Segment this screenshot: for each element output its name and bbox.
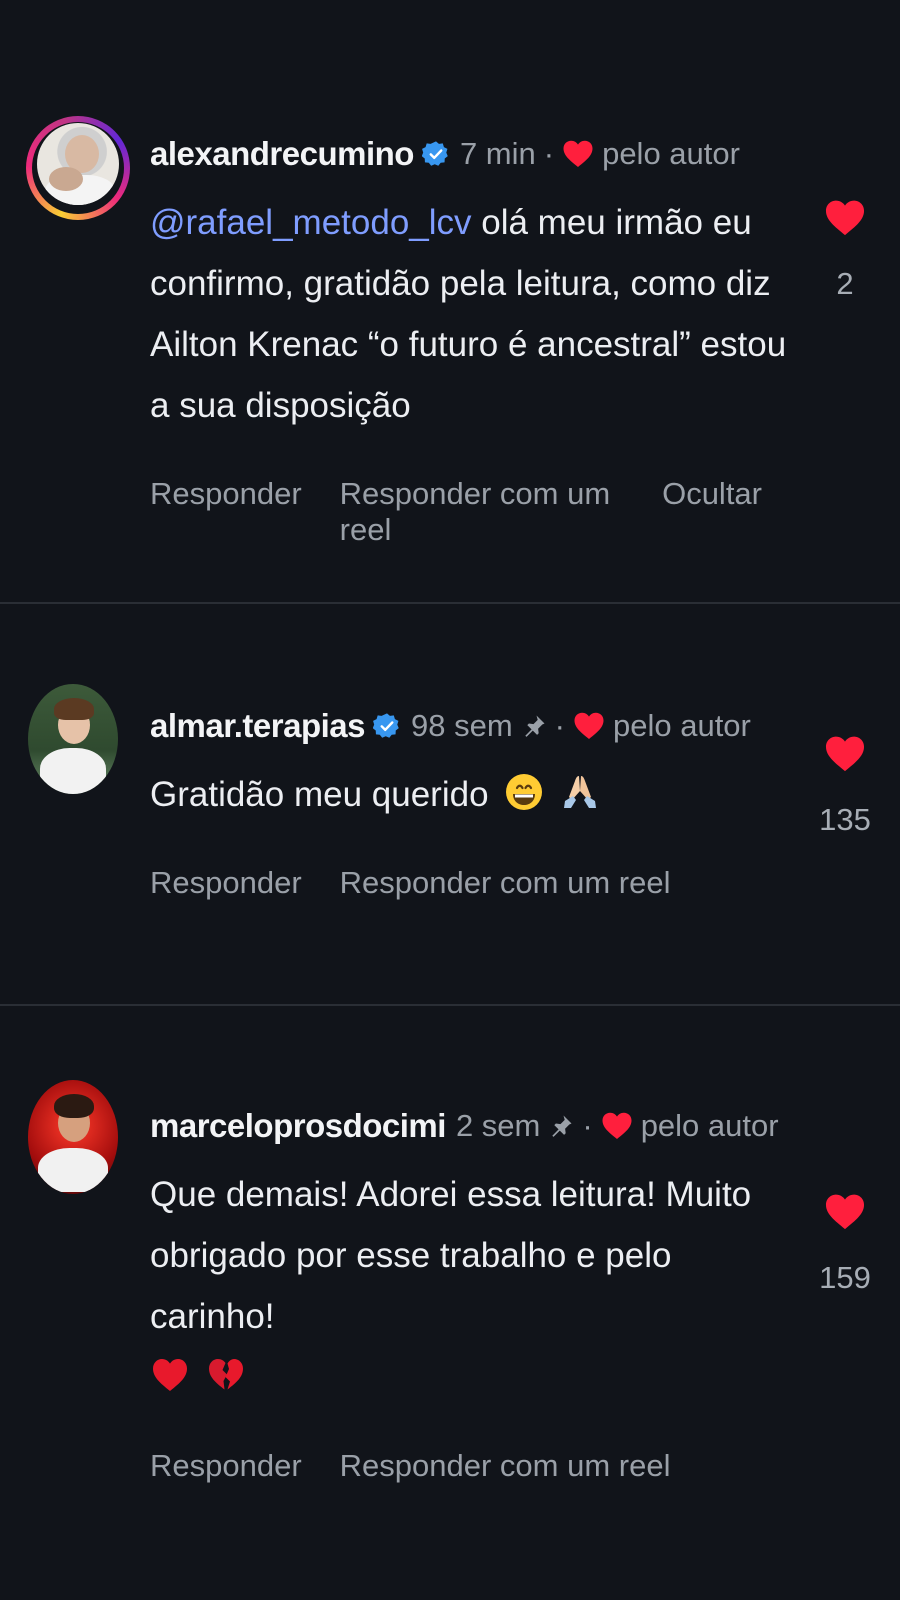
divider: [0, 602, 900, 604]
username[interactable]: marceloprosdocimi: [150, 1107, 446, 1145]
separator-dot: ·: [582, 1108, 593, 1143]
liked-by-author-label: pelo autor: [640, 1108, 779, 1143]
comment-text: Gratidão meu querido: [150, 764, 800, 825]
avatar-image: [28, 1080, 118, 1194]
separator-dot: ·: [554, 708, 565, 743]
liked-by-author-label: pelo autor: [612, 708, 751, 743]
author-heart-icon: [574, 712, 604, 739]
reply-button[interactable]: Responder: [150, 865, 302, 901]
like-area: 2: [800, 198, 890, 302]
comment-time: 2 sem: [455, 1108, 541, 1143]
separator-dot: ·: [543, 136, 555, 171]
reply-button[interactable]: Responder: [150, 1448, 302, 1484]
verified-badge-icon: [372, 713, 399, 738]
avatar[interactable]: [26, 1080, 130, 1202]
comment-text: Que demais! Adorei essa leitura! Muito o…: [150, 1164, 800, 1408]
verified-badge-icon: [421, 141, 448, 166]
liked-by-author-label: pelo autor: [602, 136, 740, 171]
reply-with-reel-button[interactable]: Responder com um reel: [340, 476, 624, 548]
like-count[interactable]: 2: [800, 266, 890, 302]
divider: [0, 1004, 900, 1006]
author-heart-icon: [602, 1112, 632, 1139]
broken-heart-emoji: [208, 1359, 243, 1390]
username[interactable]: alexandrecumino: [150, 135, 414, 173]
avatar[interactable]: [26, 684, 130, 802]
comment-body: marceloprosdocimi 2 sem · pelo autor Que…: [150, 1102, 800, 1484]
comments-feed: alexandrecumino 7 min · pelo autor @rafa…: [0, 0, 900, 1600]
comment-body: alexandrecumino 7 min · pelo autor @rafa…: [150, 130, 800, 548]
like-heart-icon[interactable]: [824, 734, 866, 774]
comment-text: @rafael_metodo_lcv olá meu irmão eu conf…: [150, 192, 800, 436]
like-heart-icon[interactable]: [824, 198, 866, 238]
comment-actions: Responder Responder com um reel: [150, 1448, 800, 1484]
comment-time: 7 min: [459, 136, 536, 171]
username[interactable]: almar.terapias: [150, 707, 365, 745]
avatar-image: [28, 684, 118, 794]
grinning-face-emoji: [506, 774, 543, 810]
avatar[interactable]: [26, 112, 130, 230]
comment-header: alexandrecumino 7 min · pelo autor: [150, 130, 800, 178]
reply-with-reel-button[interactable]: Responder com um reel: [340, 1448, 671, 1484]
mention-link[interactable]: @rafael_metodo_lcv: [150, 203, 472, 242]
author-heart-icon: [563, 140, 593, 167]
hide-button[interactable]: Ocultar: [662, 476, 762, 548]
pin-icon: [524, 715, 545, 737]
comment-header: almar.terapias 98 sem · pelo autor: [150, 702, 800, 750]
comment-actions: Responder Responder com um reel: [150, 865, 800, 901]
comment-body: almar.terapias 98 sem · pelo autor Grati…: [150, 702, 800, 901]
avatar-image: [37, 123, 119, 205]
like-area: 159: [800, 1192, 890, 1296]
comment-time: 98 sem: [410, 708, 513, 743]
reply-with-reel-button[interactable]: Responder com um reel: [340, 865, 671, 901]
comment-text-content: Gratidão meu querido: [150, 775, 489, 814]
comment-text-content: Que demais! Adorei essa leitura! Muito o…: [150, 1175, 752, 1336]
comment-header: marceloprosdocimi 2 sem · pelo autor: [150, 1102, 800, 1150]
like-heart-icon[interactable]: [824, 1192, 866, 1232]
like-count[interactable]: 135: [800, 802, 890, 838]
like-count[interactable]: 159: [800, 1260, 890, 1296]
pin-icon: [552, 1115, 572, 1137]
red-heart-emoji: [153, 1359, 187, 1391]
folded-hands-emoji: [564, 776, 597, 808]
like-area: 135: [800, 734, 890, 838]
comment-actions: Responder Responder com um reel Ocultar: [150, 476, 800, 548]
reply-button[interactable]: Responder: [150, 476, 302, 548]
